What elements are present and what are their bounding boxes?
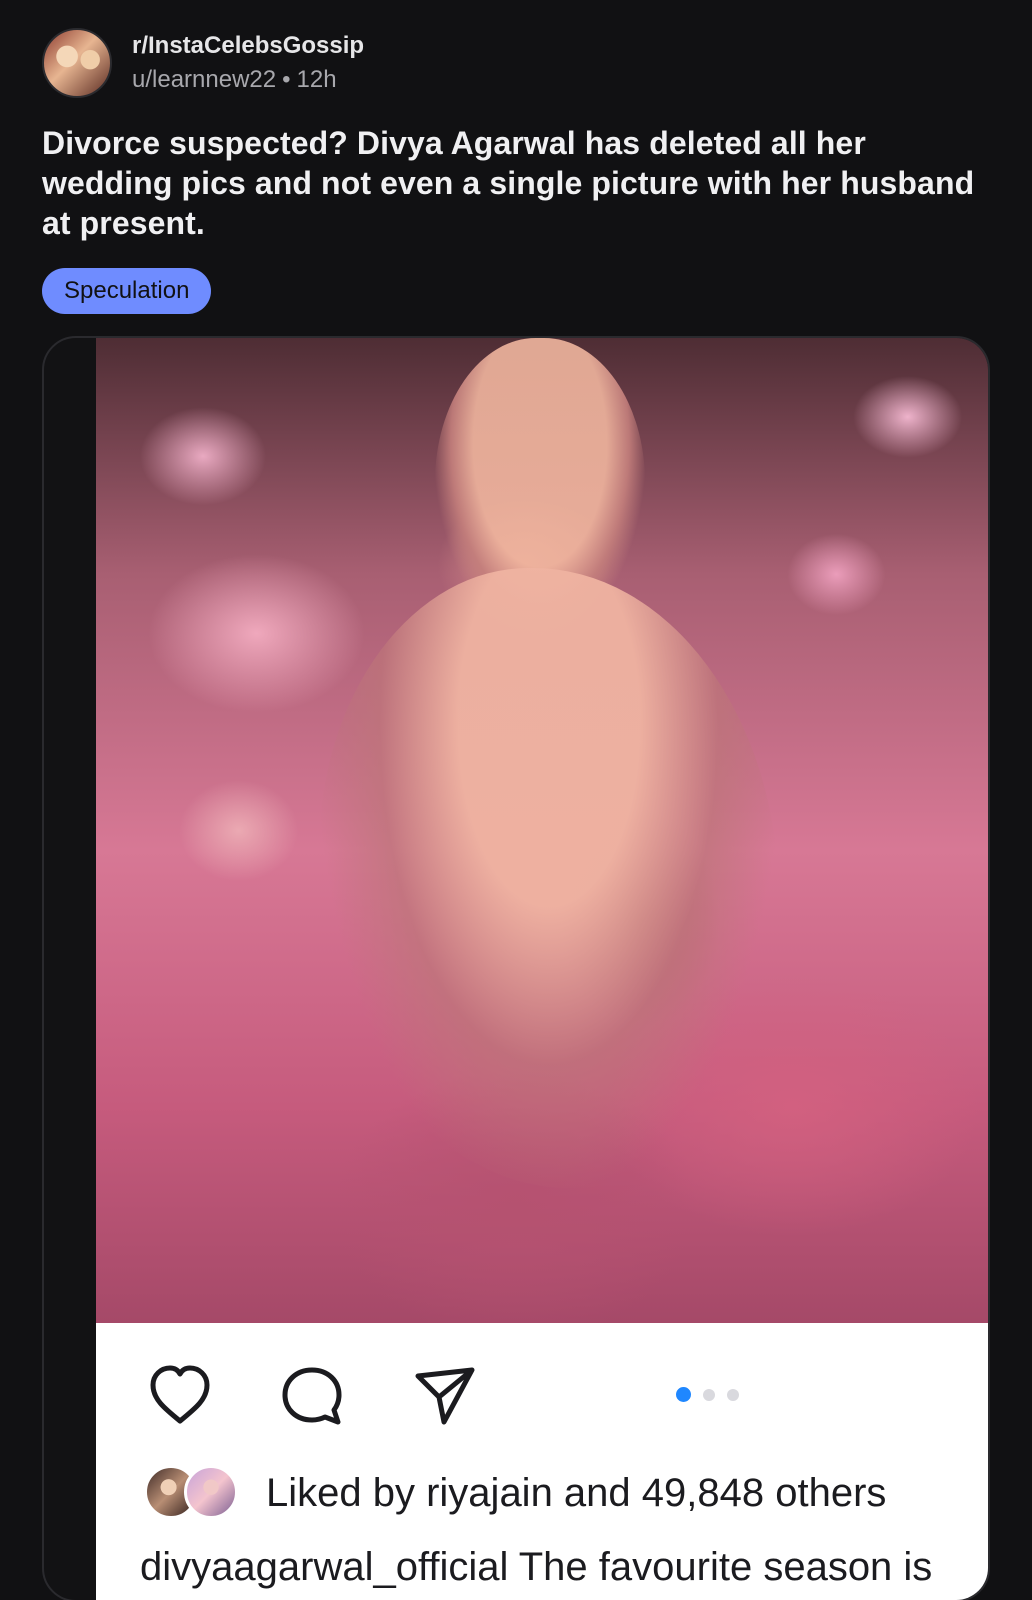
subreddit-name[interactable]: r/InstaCelebsGossip bbox=[132, 32, 364, 59]
post-title[interactable]: Divorce suspected? Divya Agarwal has del… bbox=[42, 123, 992, 243]
post-time: 12h bbox=[296, 66, 337, 93]
carousel-dot-3 bbox=[727, 1388, 739, 1401]
post-header: r/InstaCelebsGossip u/learnnew22 • 12h bbox=[42, 28, 364, 98]
liker-avatar-2 bbox=[184, 1465, 238, 1519]
reddit-post-screen: r/InstaCelebsGossip u/learnnew22 • 12h Div… bbox=[0, 0, 1032, 1600]
instagram-action-icons bbox=[144, 1361, 540, 1431]
post-photo[interactable] bbox=[96, 338, 988, 1323]
likes-text: Liked by riyajain and 49,848 others bbox=[266, 1471, 887, 1515]
instagram-caption: divyaagarwal_official The favourite seas… bbox=[140, 1545, 933, 1589]
author-name[interactable]: u/learnnew22 bbox=[132, 66, 276, 93]
share-icon bbox=[408, 1360, 480, 1432]
media-card[interactable]: Liked by riyajain and 49,848 others divy… bbox=[42, 336, 990, 1600]
liker-avatars bbox=[144, 1465, 240, 1521]
instagram-screenshot-footer: Liked by riyajain and 49,848 others divy… bbox=[96, 1323, 988, 1600]
comment-icon bbox=[276, 1360, 348, 1432]
subreddit-avatar[interactable] bbox=[42, 28, 112, 98]
heart-icon bbox=[144, 1360, 216, 1432]
post-meta: r/InstaCelebsGossip u/learnnew22 • 12h bbox=[132, 32, 364, 94]
author-and-time: u/learnnew22 • 12h bbox=[132, 66, 364, 93]
likes-row: Liked by riyajain and 49,848 others bbox=[144, 1465, 964, 1521]
carousel-dot-1 bbox=[676, 1387, 691, 1402]
separator-dot: • bbox=[282, 66, 291, 93]
carousel-indicator bbox=[676, 1387, 739, 1402]
post-flair[interactable]: Speculation bbox=[42, 268, 212, 314]
carousel-dot-2 bbox=[703, 1388, 715, 1401]
